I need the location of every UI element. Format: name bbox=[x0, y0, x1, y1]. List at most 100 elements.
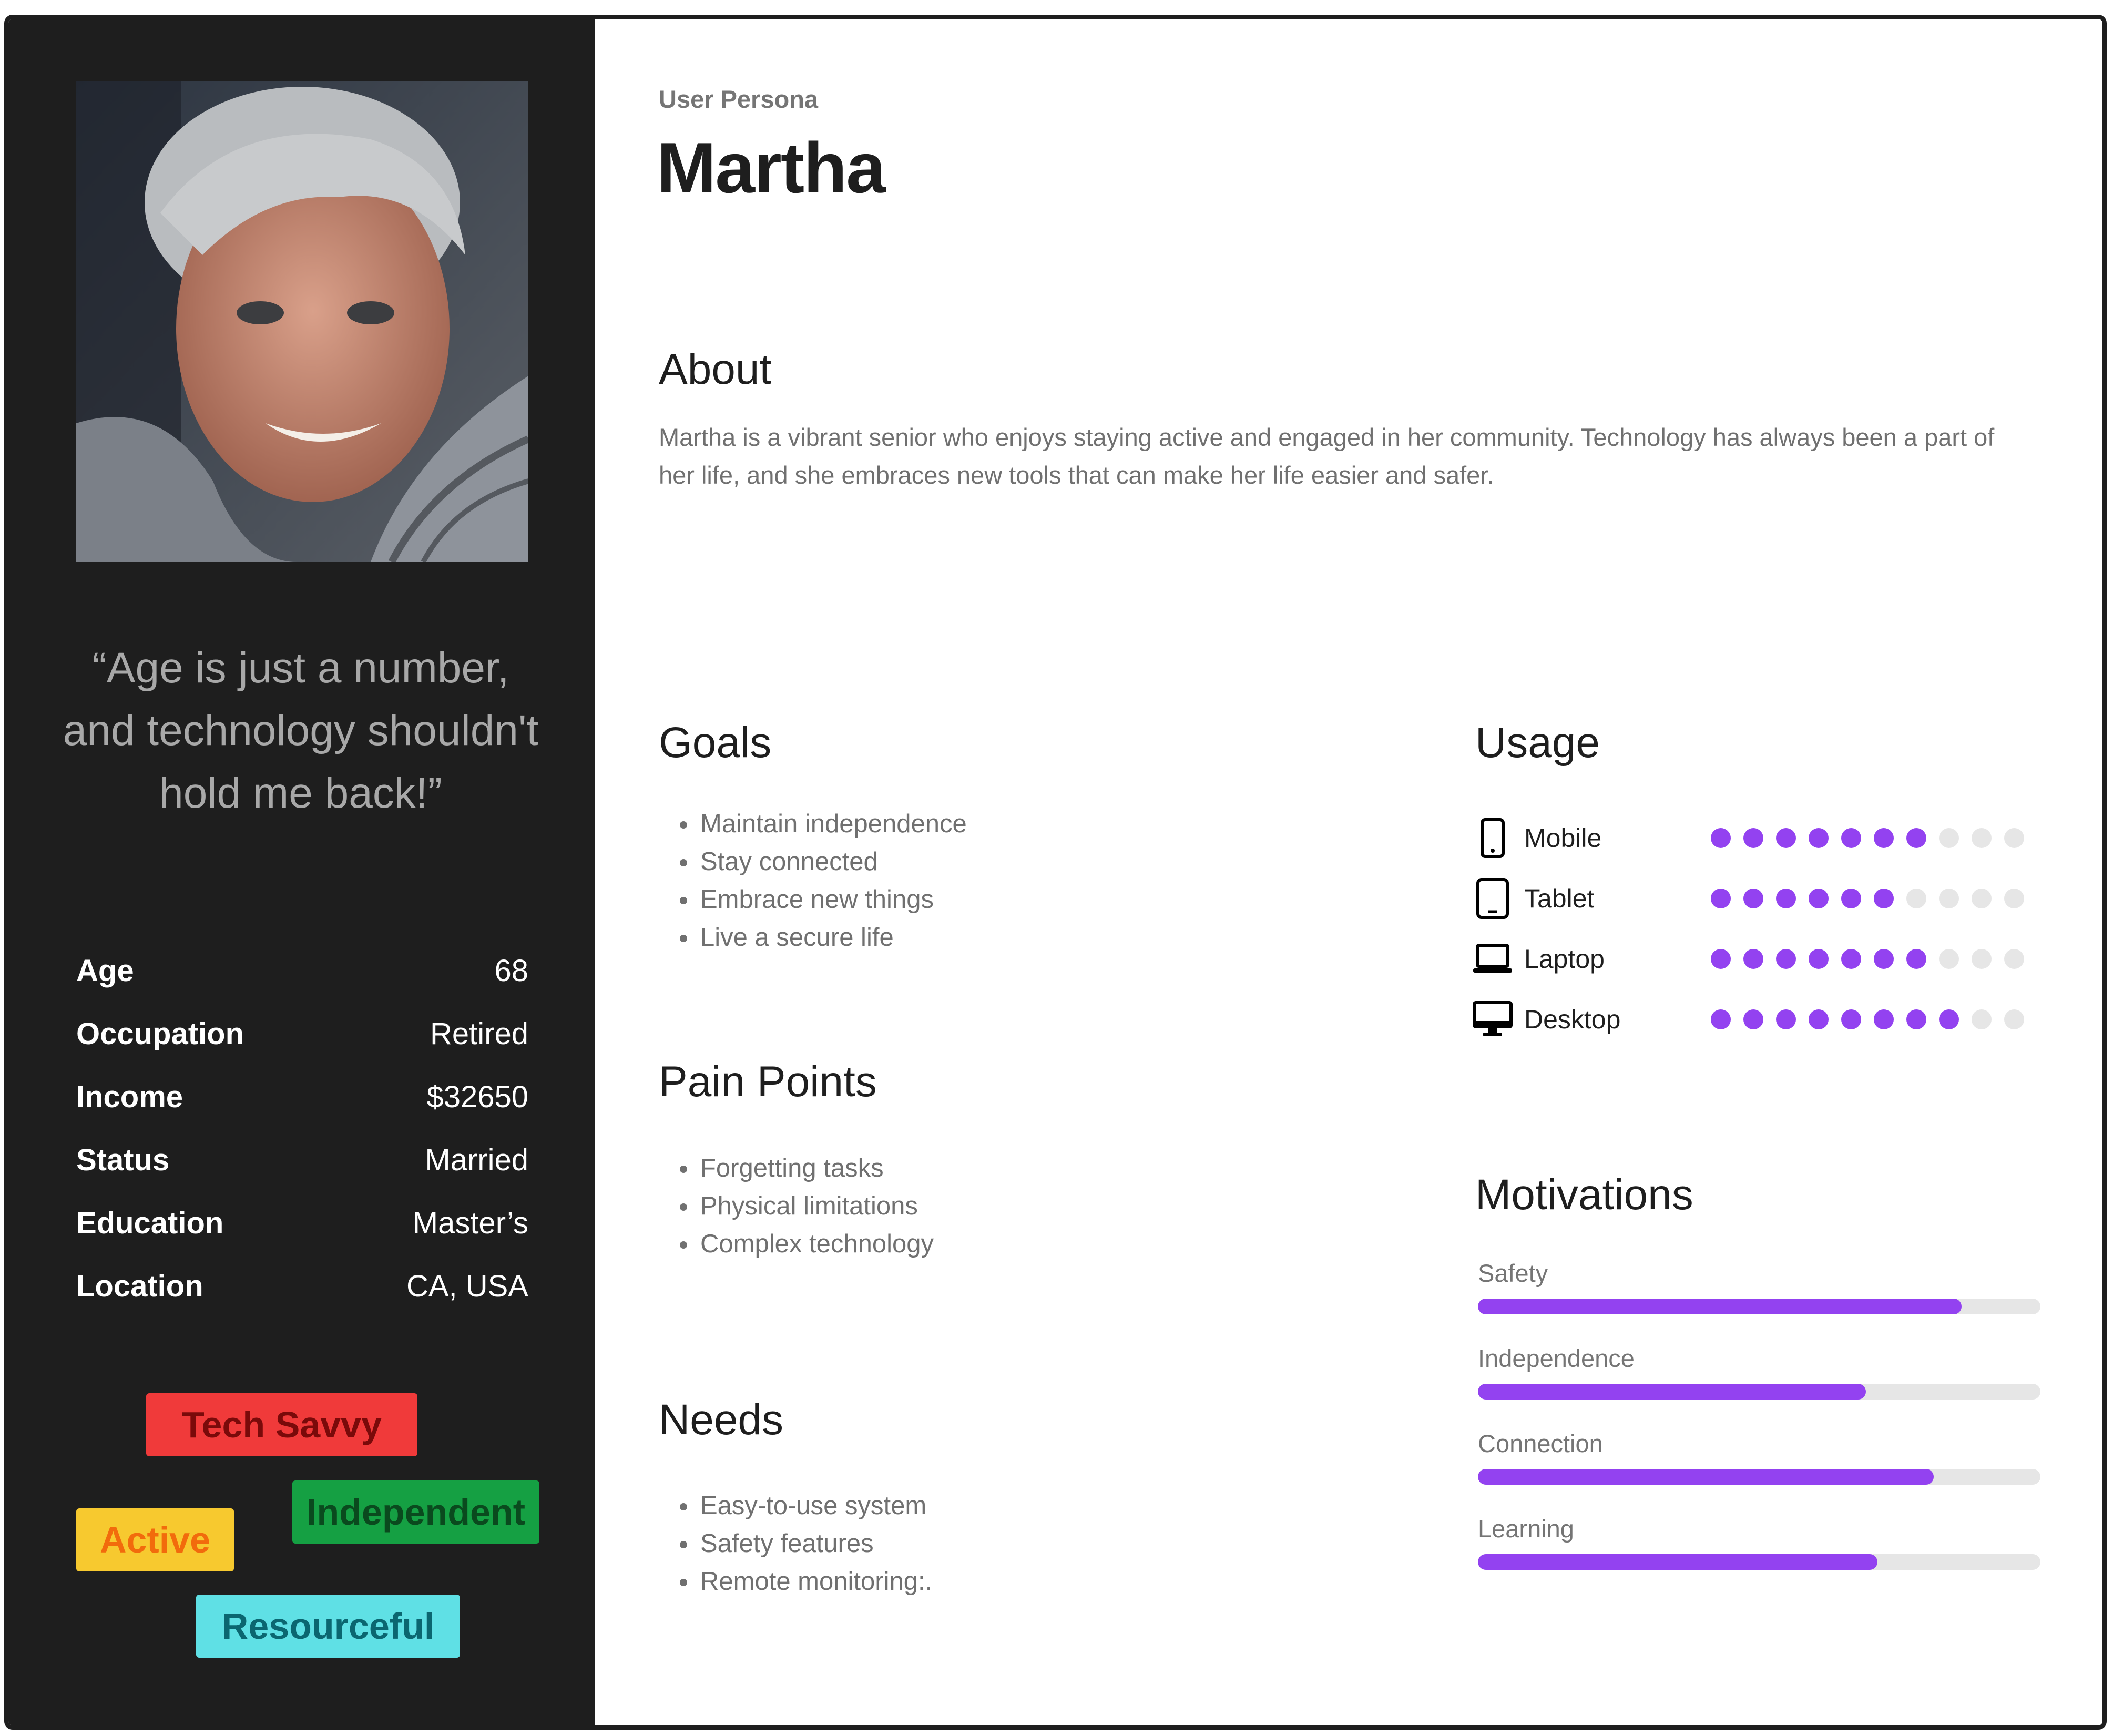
rating-dot-filled bbox=[1906, 828, 1926, 848]
motivation-safety: Safety bbox=[1478, 1254, 2040, 1340]
usage-row-tablet: Tablet bbox=[1472, 868, 2092, 928]
fact-label: Location bbox=[76, 1269, 203, 1303]
fact-label: Age bbox=[76, 953, 134, 988]
usage-dots bbox=[1711, 828, 2037, 848]
motivation-fill bbox=[1478, 1384, 1866, 1400]
tag-resourceful: Resourceful bbox=[196, 1595, 460, 1658]
persona-quote: “Age is just a number, and technology sh… bbox=[63, 644, 539, 817]
persona-main: User Persona Martha About Martha is a vi… bbox=[595, 19, 2102, 1725]
usage-row-laptop: Laptop bbox=[1472, 928, 2092, 989]
usage-label: Desktop bbox=[1524, 1004, 1621, 1034]
rating-dot-empty bbox=[2004, 828, 2024, 848]
goals-list: Maintain independence Stay connected Emb… bbox=[659, 805, 967, 956]
rating-dot-filled bbox=[1841, 948, 1861, 969]
mobile-icon bbox=[1472, 817, 1514, 859]
rating-dot-filled bbox=[1776, 1009, 1796, 1029]
motivation-fill bbox=[1478, 1554, 1877, 1570]
persona-facts: Age 68 Occupation Retired Income $32650 … bbox=[76, 939, 528, 1318]
rating-dot-empty bbox=[1972, 888, 1992, 908]
rating-dot-filled bbox=[1776, 948, 1796, 969]
rating-dot-filled bbox=[1841, 828, 1861, 848]
fact-row-age: Age 68 bbox=[76, 939, 528, 1002]
rating-dot-empty bbox=[1939, 828, 1959, 848]
rating-dot-filled bbox=[1809, 948, 1829, 969]
list-item: Stay connected bbox=[698, 843, 967, 881]
motivation-track bbox=[1478, 1384, 2040, 1400]
persona-card: “Age is just a number, and technology sh… bbox=[4, 15, 2107, 1730]
rating-dot-filled bbox=[1874, 828, 1894, 848]
motivation-learning: Learning bbox=[1478, 1510, 2040, 1595]
needs-heading: Needs bbox=[659, 1396, 784, 1444]
fact-row-education: Education Master’s bbox=[76, 1191, 528, 1254]
about-heading: About bbox=[659, 345, 772, 393]
fact-value: Master’s bbox=[412, 1206, 528, 1240]
rating-dot-filled bbox=[1874, 888, 1894, 908]
usage-label: Tablet bbox=[1524, 883, 1595, 913]
motivations-heading: Motivations bbox=[1475, 1171, 1693, 1219]
usage-dots bbox=[1711, 948, 2037, 969]
usage-label: Mobile bbox=[1524, 823, 1602, 853]
profile-sidebar: “Age is just a number, and technology sh… bbox=[8, 19, 595, 1725]
motivation-fill bbox=[1478, 1299, 1962, 1314]
list-item: Forgetting tasks bbox=[698, 1149, 934, 1187]
usage-heading: Usage bbox=[1475, 719, 1600, 767]
fact-row-income: Income $32650 bbox=[76, 1065, 528, 1128]
rating-dot-filled bbox=[1711, 1009, 1731, 1029]
fact-value: Retired bbox=[430, 1016, 528, 1051]
rating-dot-empty bbox=[1972, 948, 1992, 969]
persona-name: Martha bbox=[657, 128, 886, 208]
rating-dot-filled bbox=[1809, 1009, 1829, 1029]
motivation-independence: Independence bbox=[1478, 1340, 2040, 1425]
rating-dot-empty bbox=[2004, 888, 2024, 908]
list-item: Maintain independence bbox=[698, 805, 967, 843]
fact-row-status: Status Married bbox=[76, 1128, 528, 1191]
tag-active: Active bbox=[76, 1508, 234, 1571]
list-item: Safety features bbox=[698, 1525, 932, 1563]
pain-points-list: Forgetting tasks Physical limitations Co… bbox=[659, 1149, 934, 1263]
rating-dot-filled bbox=[1711, 888, 1731, 908]
tablet-icon bbox=[1472, 877, 1514, 920]
rating-dot-filled bbox=[1809, 888, 1829, 908]
fact-value: $32650 bbox=[426, 1079, 528, 1114]
usage-row-desktop: Desktop bbox=[1472, 989, 2092, 1049]
rating-dot-filled bbox=[1841, 1009, 1861, 1029]
about-text: Martha is a vibrant senior who enjoys st… bbox=[659, 423, 1995, 489]
rating-dot-filled bbox=[1906, 948, 1926, 969]
rating-dot-filled bbox=[1776, 828, 1796, 848]
fact-label: Status bbox=[76, 1142, 170, 1177]
rating-dot-empty bbox=[2004, 1009, 2024, 1029]
rating-dot-filled bbox=[1874, 1009, 1894, 1029]
tag-independent: Independent bbox=[292, 1480, 539, 1544]
fact-label: Income bbox=[76, 1079, 183, 1114]
laptop-icon bbox=[1472, 938, 1514, 980]
motivation-track bbox=[1478, 1554, 2040, 1570]
goals-heading: Goals bbox=[659, 719, 772, 767]
usage-dots bbox=[1711, 888, 2037, 908]
usage-list: Mobile Tablet Laptop Desktop bbox=[1472, 808, 2092, 1049]
needs-list: Easy-to-use system Safety features Remot… bbox=[659, 1487, 932, 1600]
motivations-list: Safety Independence Connection Learning bbox=[1478, 1254, 2040, 1595]
usage-dots bbox=[1711, 1009, 2037, 1029]
list-item: Easy-to-use system bbox=[698, 1487, 932, 1525]
rating-dot-filled bbox=[1711, 828, 1731, 848]
tag-tech-savvy: Tech Savvy bbox=[146, 1393, 417, 1456]
rating-dot-empty bbox=[1939, 888, 1959, 908]
motivation-label: Learning bbox=[1478, 1515, 1574, 1543]
usage-label: Laptop bbox=[1524, 944, 1605, 974]
rating-dot-filled bbox=[1874, 948, 1894, 969]
fact-row-occupation: Occupation Retired bbox=[76, 1002, 528, 1065]
fact-label: Occupation bbox=[76, 1016, 244, 1051]
fact-label: Education bbox=[76, 1206, 224, 1240]
fact-value: CA, USA bbox=[406, 1269, 528, 1303]
rating-dot-filled bbox=[1743, 888, 1763, 908]
rating-dot-filled bbox=[1906, 1009, 1926, 1029]
motivation-connection: Connection bbox=[1478, 1425, 2040, 1510]
rating-dot-filled bbox=[1711, 948, 1731, 969]
desktop-icon bbox=[1472, 998, 1514, 1040]
list-item: Complex technology bbox=[698, 1225, 934, 1263]
motivation-label: Independence bbox=[1478, 1344, 1635, 1372]
rating-dot-filled bbox=[1743, 948, 1763, 969]
rating-dot-filled bbox=[1939, 1009, 1959, 1029]
rating-dot-empty bbox=[1972, 828, 1992, 848]
fact-row-location: Location CA, USA bbox=[76, 1254, 528, 1318]
